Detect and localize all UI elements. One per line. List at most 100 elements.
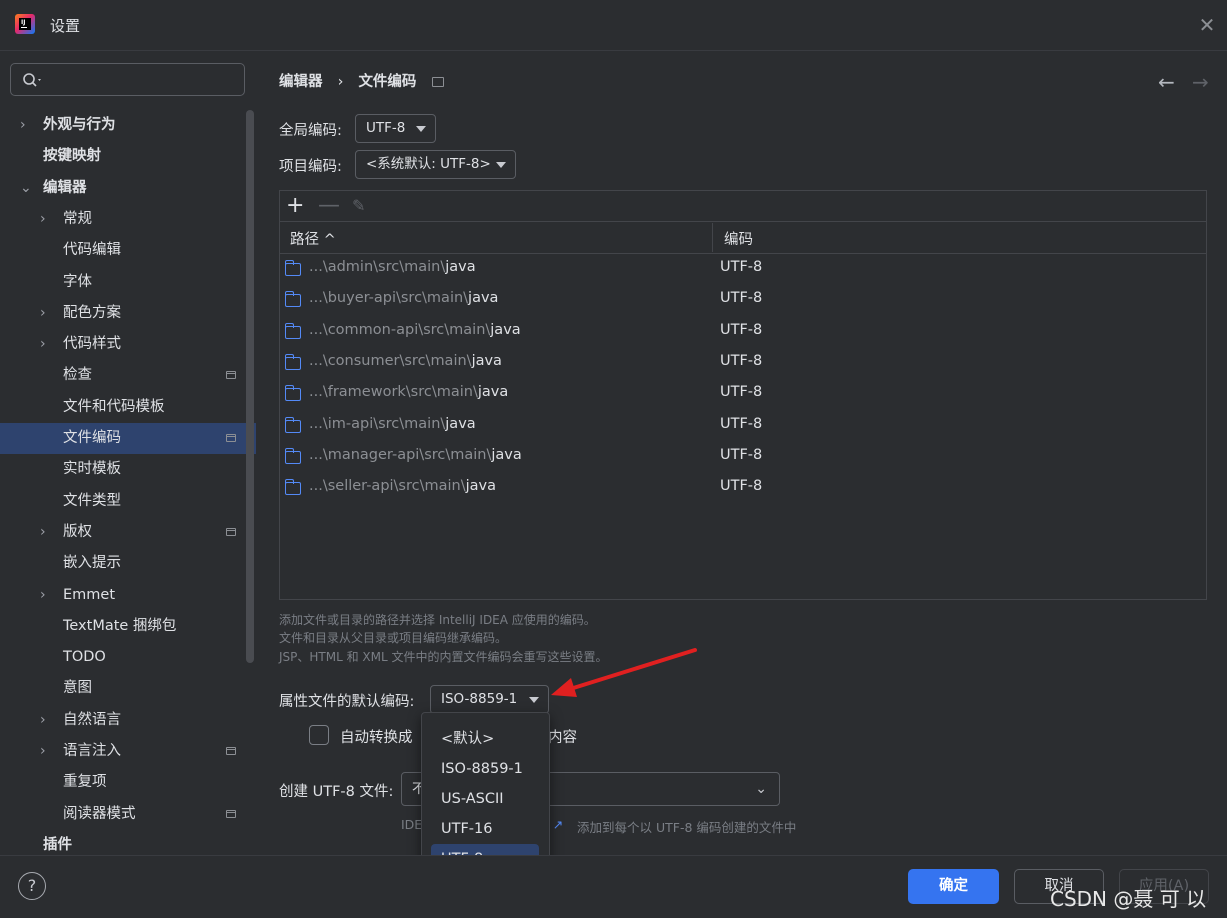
edit-pencil-icon[interactable]: ✎ (352, 196, 365, 215)
table-row[interactable]: ...\framework\src\main\java UTF-8 (280, 379, 1206, 410)
sidebar-item[interactable]: TODO (0, 642, 256, 673)
dropdown-option[interactable]: ISO-8859-1 (431, 754, 539, 784)
sidebar-item[interactable]: 代码编辑 (0, 235, 256, 266)
chevron-right-icon[interactable]: › (40, 204, 52, 235)
chevron-right-icon[interactable]: › (40, 517, 52, 548)
table-row[interactable]: ...\buyer-api\src\main\java UTF-8 (280, 285, 1206, 316)
sidebar-item[interactable]: › 语言注入 (0, 736, 256, 767)
encoding-cell[interactable]: UTF-8 (720, 478, 762, 494)
breadcrumb: 编辑器 › 文件编码 (279, 70, 454, 91)
path-tail: java (490, 322, 521, 338)
remove-icon[interactable]: — (318, 193, 340, 218)
column-header-path[interactable]: 路径 ^ (290, 228, 336, 249)
sidebar-item-label: 字体 (63, 274, 92, 290)
chevron-down-icon[interactable]: ⌄ (20, 173, 32, 204)
dropdown-arrow-icon (496, 162, 506, 168)
sidebar-item[interactable]: › 自然语言 (0, 705, 256, 736)
back-arrow-icon[interactable]: ← (1158, 70, 1175, 94)
column-header-encoding[interactable]: 编码 (724, 228, 753, 249)
folder-icon (284, 448, 301, 464)
title-bar (0, 0, 1227, 51)
project-encoding-select[interactable]: <系统默认: UTF-8> (355, 150, 516, 179)
sidebar-item[interactable]: 文件和代码模板 (0, 392, 256, 423)
table-row[interactable]: ...\manager-api\src\main\java UTF-8 (280, 442, 1206, 473)
chevron-right-icon[interactable]: › (40, 329, 52, 360)
encoding-cell[interactable]: UTF-8 (720, 416, 762, 432)
encoding-cell[interactable]: UTF-8 (720, 353, 762, 369)
chevron-right-icon[interactable]: › (40, 736, 52, 767)
path-prefix: ...\admin\src\main\ (309, 259, 446, 275)
sidebar-item[interactable]: 实时模板 (0, 454, 256, 485)
sidebar-scrollbar[interactable] (246, 110, 254, 663)
ok-button[interactable]: 确定 (908, 869, 999, 904)
sidebar-item[interactable]: ⌄ 编辑器 (0, 173, 256, 204)
breadcrumb-file-encodings: 文件编码 (358, 74, 417, 90)
sidebar-item[interactable]: 字体 (0, 267, 256, 298)
chevron-right-icon[interactable]: › (20, 110, 32, 141)
encoding-cell[interactable]: UTF-8 (720, 259, 762, 275)
project-encoding-value: <系统默认: UTF-8> (366, 156, 491, 172)
sidebar-item[interactable]: › 配色方案 (0, 298, 256, 329)
add-icon[interactable]: + (286, 193, 304, 218)
sidebar-item[interactable]: › 常规 (0, 204, 256, 235)
encoding-cell[interactable]: UTF-8 (720, 290, 762, 306)
table-row[interactable]: ...\im-api\src\main\java UTF-8 (280, 411, 1206, 442)
encoding-cell[interactable]: UTF-8 (720, 447, 762, 463)
breadcrumb-separator: › (337, 74, 344, 90)
table-row[interactable]: ...\common-api\src\main\java UTF-8 (280, 317, 1206, 348)
hint-line: 文件和目录从父目录或项目编码继承编码。 (279, 631, 508, 645)
sidebar-item-label: Emmet (63, 587, 116, 603)
intellij-logo-icon: IJ (15, 14, 35, 34)
sidebar-item[interactable]: 阅读器模式 (0, 799, 256, 830)
path-prefix: ...\im-api\src\main\ (309, 416, 446, 432)
folder-icon (284, 385, 301, 401)
path-prefix: ...\buyer-api\src\main\ (309, 290, 469, 306)
sidebar-item[interactable]: 按键映射 (0, 141, 256, 172)
path-cell: ...\manager-api\src\main\java (309, 447, 522, 463)
auto-convert-checkbox[interactable] (309, 725, 329, 745)
sidebar-item[interactable]: 文件类型 (0, 486, 256, 517)
sidebar-item[interactable]: 文件编码 (0, 423, 256, 454)
sidebar-item-label: 外观与行为 (43, 117, 116, 133)
chevron-right-icon[interactable]: › (40, 298, 52, 329)
table-row[interactable]: ...\consumer\src\main\java UTF-8 (280, 348, 1206, 379)
path-tail: java (477, 384, 509, 400)
close-icon[interactable]: ✕ (1196, 14, 1218, 36)
sidebar-item[interactable]: 检查 (0, 360, 256, 391)
dropdown-option[interactable]: US-ASCII (431, 784, 539, 814)
path-cell: ...\im-api\src\main\java (309, 416, 476, 432)
sidebar-item[interactable]: TextMate 捆绑包 (0, 611, 256, 642)
sidebar-item-label: 实时模板 (63, 461, 121, 477)
sidebar-item[interactable]: › 外观与行为 (0, 110, 256, 141)
project-scope-icon (226, 528, 236, 536)
sidebar-item-label: 按键映射 (43, 148, 101, 164)
sidebar-item[interactable]: › Emmet (0, 580, 256, 611)
auto-convert-label-end: 内容 (548, 730, 577, 746)
sidebar-item[interactable]: 意图 (0, 673, 256, 704)
help-button[interactable]: ? (18, 872, 46, 900)
dropdown-option[interactable]: <默认> (431, 724, 539, 754)
window-title: 设置 (50, 17, 81, 35)
properties-encoding-select[interactable]: ISO-8859-1 (430, 685, 549, 714)
column-divider[interactable] (712, 223, 713, 252)
chevron-right-icon[interactable]: › (40, 580, 52, 611)
encoding-cell[interactable]: UTF-8 (720, 384, 762, 400)
sidebar-item[interactable]: 重复项 (0, 767, 256, 798)
project-encoding-label: 项目编码: (279, 159, 342, 175)
breadcrumb-editor[interactable]: 编辑器 (279, 74, 323, 90)
table-row[interactable]: ...\seller-api\src\main\java UTF-8 (280, 473, 1206, 504)
sidebar-item[interactable]: › 版权 (0, 517, 256, 548)
search-input[interactable] (10, 63, 245, 96)
path-tail: java (445, 259, 476, 275)
create-utf8-label: 创建 UTF-8 文件: (279, 784, 394, 800)
project-scope-icon (226, 747, 236, 755)
chevron-right-icon[interactable]: › (40, 705, 52, 736)
encoding-cell[interactable]: UTF-8 (720, 322, 762, 338)
forward-arrow-icon[interactable]: → (1192, 70, 1209, 94)
global-encoding-select[interactable]: UTF-8 (355, 114, 436, 143)
table-row[interactable]: ...\admin\src\main\java UTF-8 (280, 254, 1206, 285)
path-prefix: ...\seller-api\src\main\ (309, 478, 466, 494)
sidebar-item[interactable]: 嵌入提示 (0, 548, 256, 579)
sidebar-item[interactable]: › 代码样式 (0, 329, 256, 360)
dropdown-option[interactable]: UTF-16 (431, 814, 539, 844)
